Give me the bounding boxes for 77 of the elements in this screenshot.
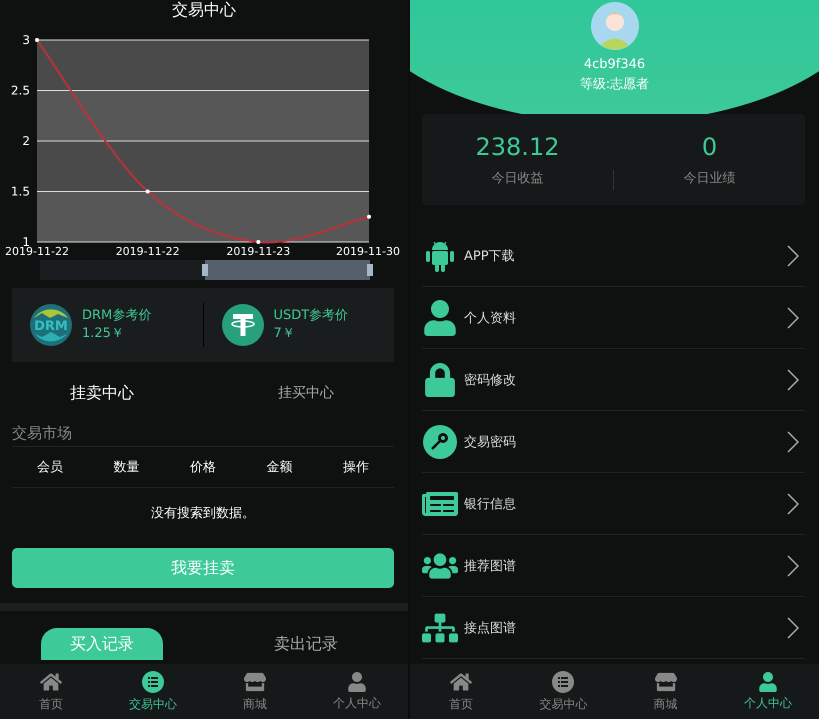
chevron-icon	[787, 306, 799, 328]
home-icon	[40, 670, 62, 692]
price-value: 1.25￥	[82, 325, 125, 343]
data-point	[35, 38, 39, 42]
chevron-icon	[787, 368, 799, 390]
chevron-icon	[787, 430, 799, 452]
column-header: 会员	[36, 459, 64, 476]
price-value: 7￥	[274, 325, 296, 343]
user-level: 等级:志愿者	[580, 76, 650, 93]
data-point	[146, 190, 150, 194]
menu-label: 个人资料	[464, 310, 517, 326]
nav-tab[interactable]: 交易中心	[512, 664, 614, 719]
tether-logo	[222, 304, 264, 346]
menu-item[interactable]: 接点图谱	[422, 597, 805, 659]
store-icon	[654, 670, 677, 692]
menu-item[interactable]: 交易密码	[422, 411, 805, 473]
tab[interactable]: 挂卖中心	[0, 380, 204, 406]
price-name: DRM参考价	[82, 307, 152, 325]
nav-tab[interactable]: 商城	[614, 664, 717, 719]
menu-label: 银行信息	[464, 496, 517, 512]
y-tick-label: 2	[22, 134, 30, 148]
x-tick-label: 2019-11-30	[336, 245, 400, 258]
tab[interactable]: 挂买中心	[204, 380, 408, 406]
record-tab[interactable]: 卖出记录	[245, 628, 367, 660]
drm-logo: DRM	[30, 304, 72, 346]
nav-tab[interactable]: 首页	[0, 664, 102, 719]
menu-item[interactable]: APP下载	[422, 225, 805, 287]
menu-label: APP下载	[464, 248, 516, 264]
y-tick-label: 1.5	[10, 184, 30, 198]
chevron-icon	[787, 554, 799, 576]
stat-value: 0	[702, 132, 718, 160]
menu-item[interactable]: 密码修改	[422, 349, 805, 411]
column-header: 操作	[342, 459, 370, 476]
data-point	[367, 214, 371, 219]
nav-tab[interactable]: 交易中心	[102, 664, 204, 719]
avatar	[590, 2, 638, 50]
price-name: USDT参考价	[274, 307, 348, 325]
y-tick-label: 3	[22, 33, 30, 47]
zoom-slider[interactable]	[40, 260, 373, 280]
menu-label: 交易密码	[464, 434, 517, 450]
y-tick-label: 2.5	[10, 84, 30, 98]
menu-item[interactable]: 银行信息	[422, 473, 805, 535]
lock-icon	[422, 362, 458, 396]
person-icon	[422, 300, 458, 336]
empty-message: 没有搜索到数据。	[150, 505, 256, 522]
list-icon	[142, 670, 164, 692]
nav-tab[interactable]: 个人中心	[306, 664, 408, 719]
menu-label: 密码修改	[464, 372, 517, 388]
chevron-icon	[787, 616, 799, 638]
nav-tab[interactable]: 商城	[204, 664, 306, 719]
data-point	[256, 240, 260, 244]
column-header: 金额	[265, 459, 294, 476]
nav-tab[interactable]: 个人中心	[716, 664, 819, 719]
page-title: 交易中心	[171, 0, 237, 20]
column-header: 数量	[112, 459, 141, 476]
chevron-icon	[787, 492, 799, 514]
person-icon	[758, 672, 778, 692]
chevron-icon	[787, 244, 799, 266]
x-tick-label: 2019-11-22	[5, 245, 69, 258]
menu-label: 推荐图谱	[464, 558, 517, 574]
menu-label: 接点图谱	[464, 620, 517, 636]
list-icon	[552, 670, 574, 692]
stat-label: 今日业绩	[684, 170, 736, 186]
column-header: 价格	[188, 459, 217, 476]
x-tick-label: 2019-11-23	[226, 245, 290, 258]
stat-label: 今日收益	[492, 170, 544, 186]
menu-item[interactable]: 个人资料	[422, 287, 805, 349]
key-icon	[422, 424, 458, 460]
nav-tab[interactable]: 首页	[410, 664, 512, 719]
stat-value: 238.12	[476, 132, 560, 160]
store-icon	[244, 670, 266, 692]
person-icon	[347, 672, 367, 692]
section-title: 交易市场	[12, 424, 394, 447]
user-id: 4cb9f346	[584, 57, 646, 72]
x-tick-label: 2019-11-22	[116, 245, 180, 258]
menu-item[interactable]: 推荐图谱	[422, 535, 805, 597]
home-icon	[450, 670, 472, 692]
